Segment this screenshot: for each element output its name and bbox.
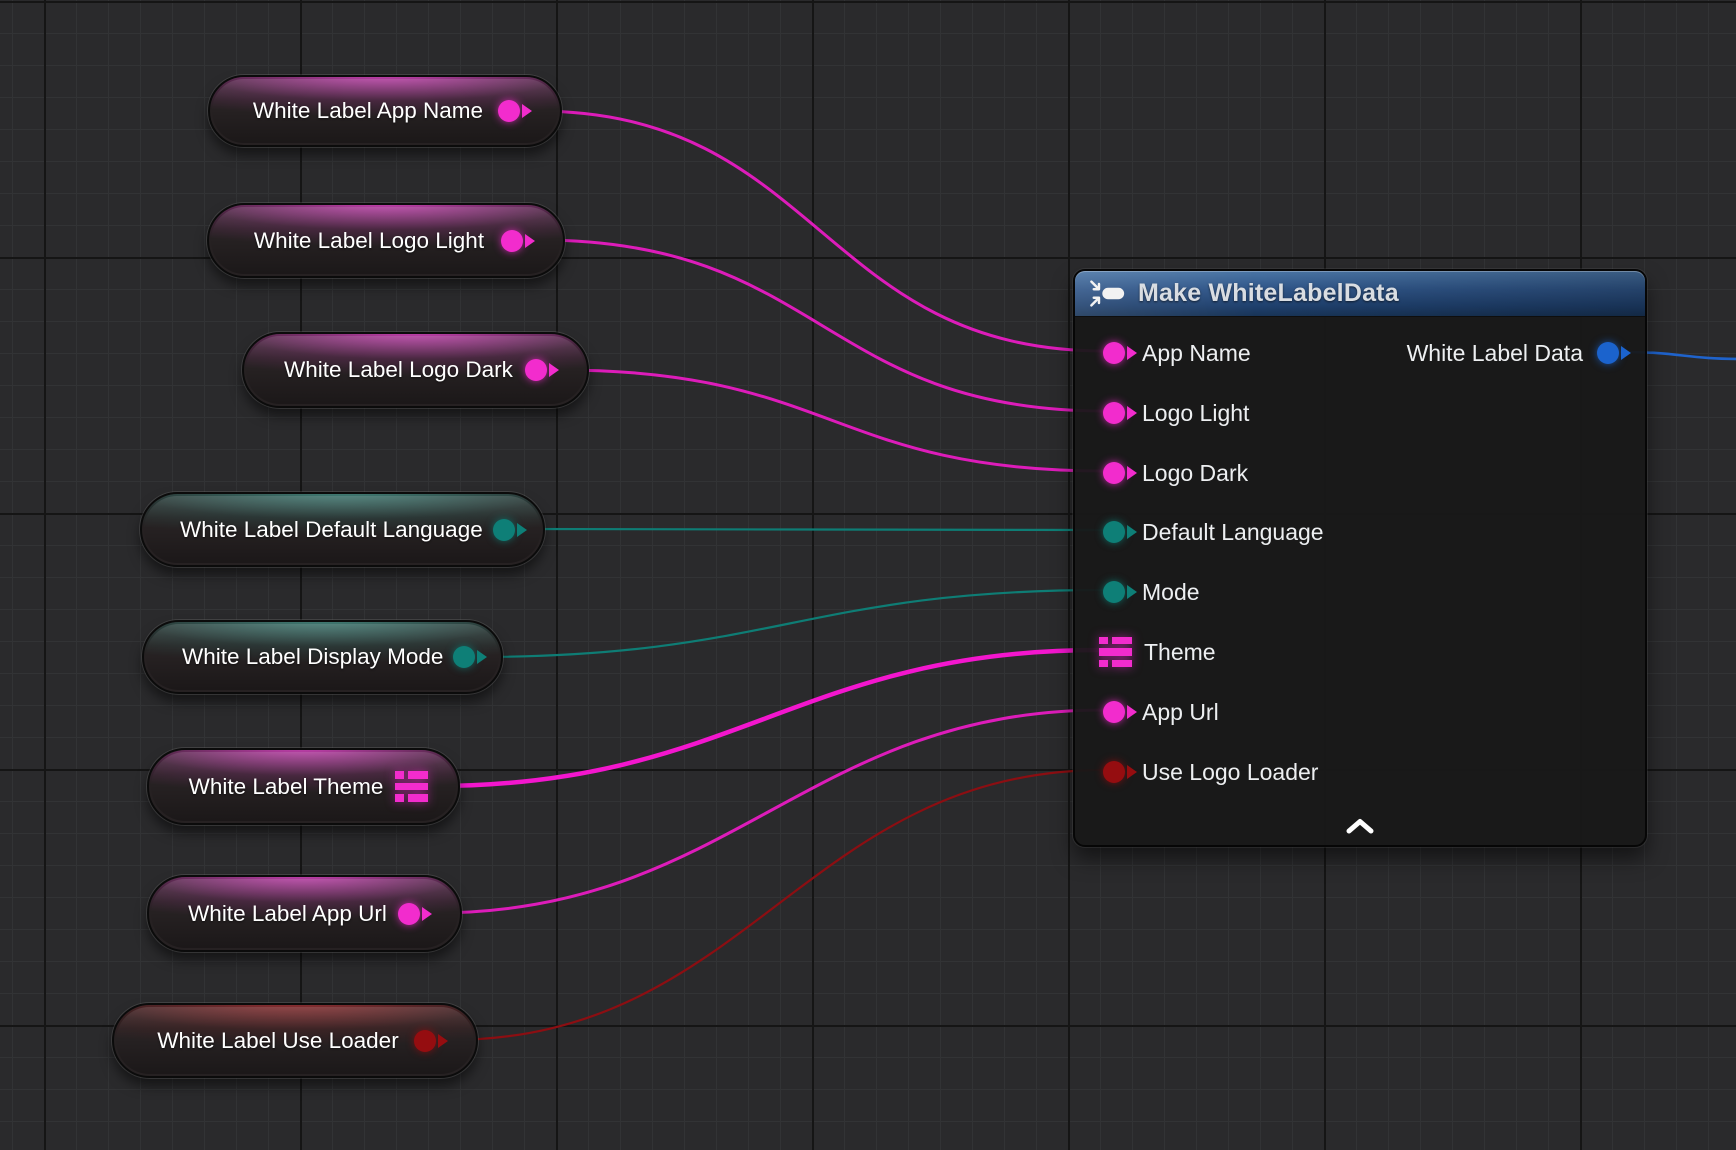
make-struct-icon <box>1089 279 1127 308</box>
input-pin-bool[interactable] <box>1103 761 1125 783</box>
node-label: White Label App Name <box>248 98 488 124</box>
wire-string[interactable] <box>433 710 1105 913</box>
node-get-white-label-use-loader[interactable]: White Label Use Loader <box>112 1003 478 1078</box>
input-pin-string[interactable] <box>1103 342 1125 364</box>
node-get-white-label-logo-dark[interactable]: White Label Logo Dark <box>242 332 589 408</box>
wire-byte[interactable] <box>516 529 1105 530</box>
input-pin-row-mode[interactable]: Mode <box>1103 575 1200 609</box>
node-get-white-label-logo-light[interactable]: White Label Logo Light <box>207 203 565 278</box>
pin-label: Theme <box>1144 639 1216 666</box>
pin-label: Logo Light <box>1142 400 1249 427</box>
node-get-white-label-default-language[interactable]: White Label Default Language <box>140 492 545 567</box>
pin-label: App Url <box>1142 699 1219 726</box>
input-pin-byte[interactable] <box>1103 521 1125 543</box>
node-get-white-label-display-mode[interactable]: White Label Display Mode <box>142 620 503 694</box>
output-pin-byte[interactable] <box>453 646 475 668</box>
input-pin-row-logo-light[interactable]: Logo Light <box>1103 396 1249 430</box>
input-pin-row-app-name[interactable]: App Name <box>1103 336 1251 370</box>
input-pin-string[interactable] <box>1103 701 1125 723</box>
chevron-up-icon <box>1345 818 1375 835</box>
input-pin-row-logo-dark[interactable]: Logo Dark <box>1103 456 1248 490</box>
wire-string[interactable] <box>536 111 1105 351</box>
input-pin-row-default-language[interactable]: Default Language <box>1103 515 1324 549</box>
output-pin-string[interactable] <box>498 100 520 122</box>
blueprint-graph-canvas[interactable]: White Label App Name White Label Logo Li… <box>0 0 1736 1150</box>
node-label: White Label Logo Dark <box>282 357 515 383</box>
struct-pin-icon[interactable] <box>1099 637 1132 668</box>
output-pin-bool[interactable] <box>414 1030 436 1052</box>
struct-pin-icon[interactable] <box>395 771 428 802</box>
wire-string[interactable] <box>560 370 1105 471</box>
node-header[interactable]: Make WhiteLabelData <box>1075 271 1645 317</box>
output-pin-row-white-label-data[interactable]: White Label Data <box>1407 336 1619 370</box>
output-pin-string[interactable] <box>398 903 420 925</box>
wire-string[interactable] <box>539 240 1105 411</box>
output-pin-string[interactable] <box>525 359 547 381</box>
pin-label: Default Language <box>1142 519 1324 546</box>
pin-label: App Name <box>1142 340 1251 367</box>
node-get-white-label-app-name[interactable]: White Label App Name <box>208 75 562 147</box>
node-label: White Label Theme <box>187 774 385 800</box>
node-label: White Label Display Mode <box>182 644 443 670</box>
node-label: White Label Use Loader <box>152 1028 404 1054</box>
wire-bool[interactable] <box>449 770 1105 1040</box>
input-pin-byte[interactable] <box>1103 581 1125 603</box>
collapse-pins-chevron[interactable] <box>1343 817 1377 835</box>
node-title: Make WhiteLabelData <box>1138 279 1399 308</box>
input-pin-string[interactable] <box>1103 402 1125 424</box>
node-get-white-label-theme[interactable]: White Label Theme <box>147 748 460 825</box>
node-make-whitelabeldata[interactable]: Make WhiteLabelData App Name Logo Light … <box>1073 269 1647 847</box>
node-label: White Label Logo Light <box>247 228 491 254</box>
output-pin-struct[interactable] <box>1597 342 1619 364</box>
node-label: White Label Default Language <box>180 517 483 543</box>
input-pin-row-app-url[interactable]: App Url <box>1103 695 1219 729</box>
input-pin-row-theme[interactable]: Theme <box>1099 635 1216 669</box>
pin-label: Logo Dark <box>1142 460 1248 487</box>
input-pin-row-use-logo-loader[interactable]: Use Logo Loader <box>1103 755 1318 789</box>
output-pin-byte[interactable] <box>493 519 515 541</box>
pin-label: Mode <box>1142 579 1200 606</box>
wire-byte[interactable] <box>474 590 1105 657</box>
pin-label: Use Logo Loader <box>1142 759 1318 786</box>
pin-label: White Label Data <box>1407 340 1583 367</box>
node-get-white-label-app-url[interactable]: White Label App Url <box>147 875 462 952</box>
node-label: White Label App Url <box>187 901 388 927</box>
input-pin-string[interactable] <box>1103 462 1125 484</box>
output-pin-string[interactable] <box>501 230 523 252</box>
